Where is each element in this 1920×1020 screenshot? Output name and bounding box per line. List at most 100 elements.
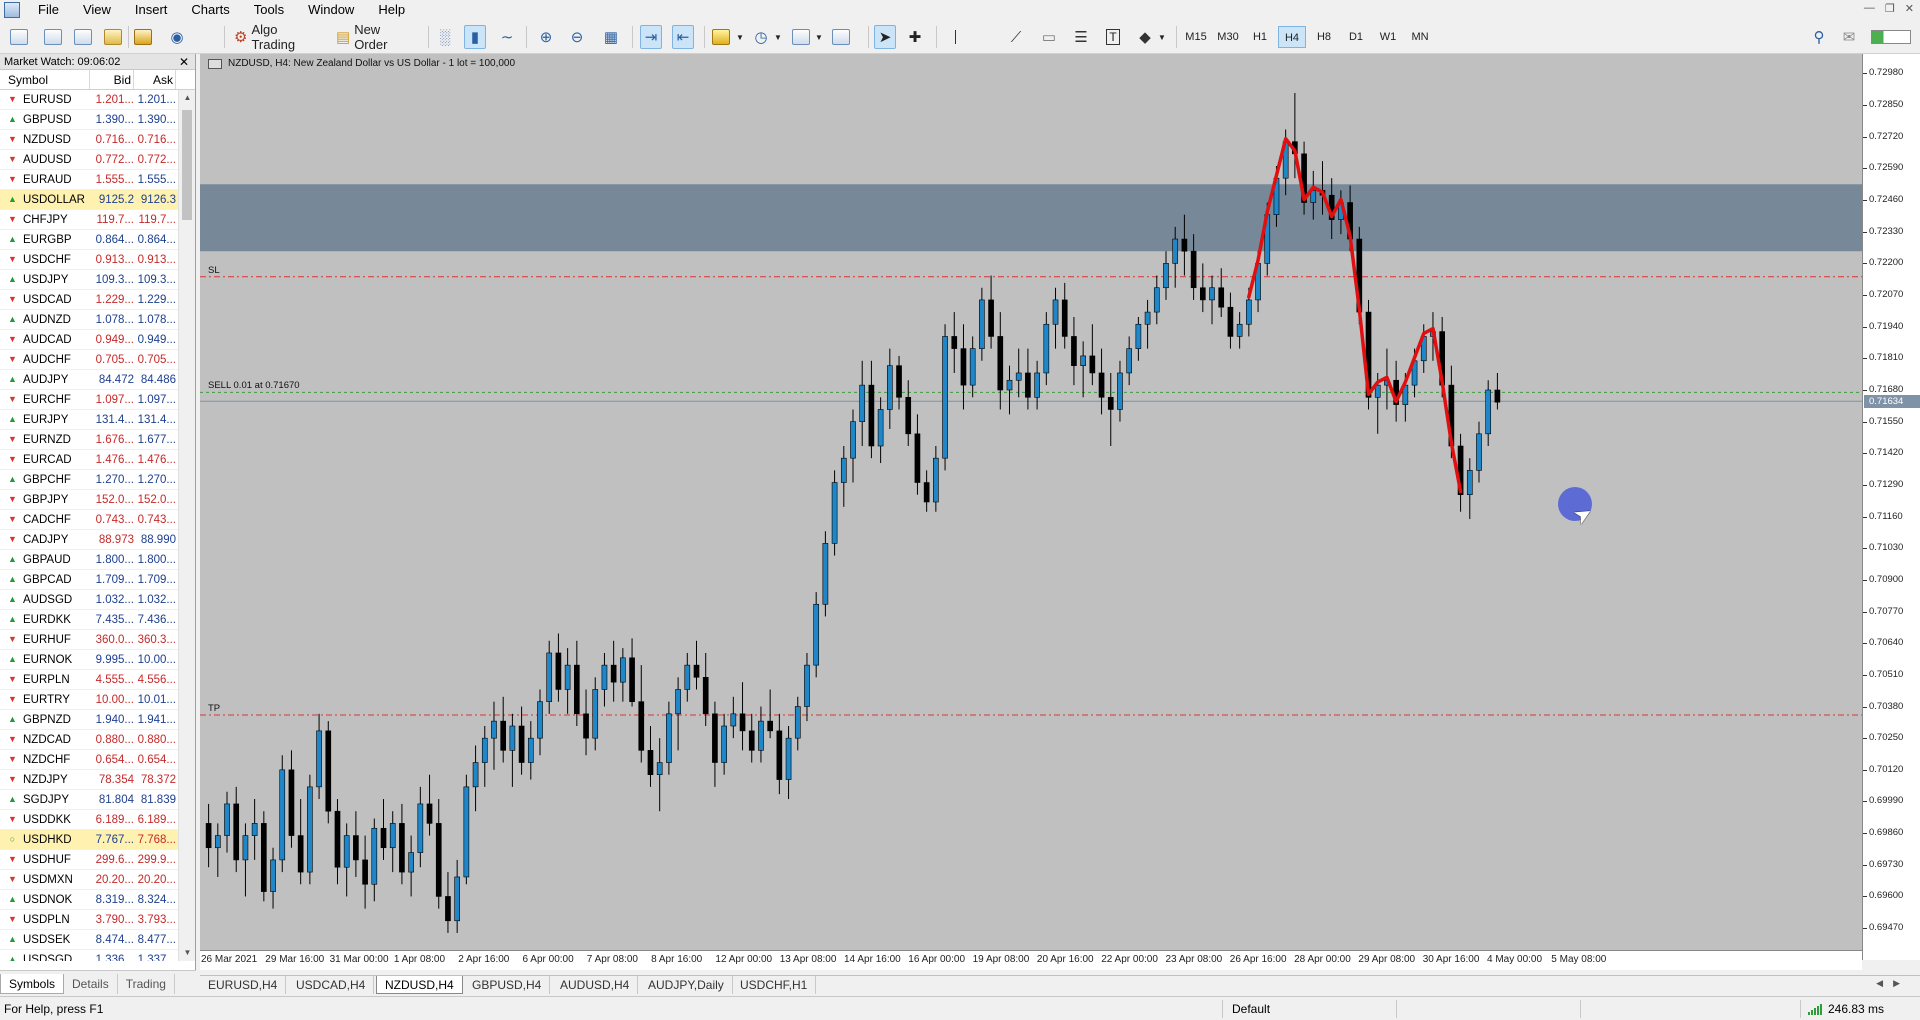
chart-tab-audjpy[interactable]: AUDJPY,Daily (640, 976, 733, 994)
market-watch-row[interactable]: ▲ USDJPY 109.3... 109.3... (0, 270, 178, 290)
profiles-icon[interactable] (42, 25, 64, 49)
price-chart[interactable]: NZDUSD, H4: New Zealand Dollar vs US Dol… (200, 54, 1862, 960)
new-chart-icon[interactable] (8, 25, 30, 49)
timeframe-h8[interactable]: H8 (1310, 26, 1338, 48)
market-watch-row[interactable]: ▼ NZDJPY 78.354 78.372 (0, 770, 178, 790)
time-axis[interactable]: 26 Mar 2021 29 Mar 16:00 31 Mar 00:00 1 Apr… (200, 950, 1862, 970)
scroll-down-icon[interactable]: ▼ (179, 945, 196, 961)
chat-icon[interactable]: ✉ (1838, 25, 1860, 49)
market-watch-row[interactable]: ▼ USDPLN 3.790... 3.793... (0, 910, 178, 930)
fibonacci-icon[interactable]: ☰ (1070, 25, 1092, 49)
strategy-tester-icon[interactable] (830, 25, 852, 49)
market-watch-row[interactable]: ▲ GBPNZD 1.940... 1.941... (0, 710, 178, 730)
line-chart-icon[interactable]: ∼ (496, 25, 518, 49)
market-watch-row[interactable]: ▼ GBPJPY 152.0... 152.0... (0, 490, 178, 510)
menu-help[interactable]: Help (366, 0, 417, 20)
market-watch-row[interactable]: ▲ GBPUSD 1.390... 1.390... (0, 110, 178, 130)
text-icon[interactable]: T (1102, 25, 1124, 49)
auto-scroll-icon[interactable]: ⇥ (640, 25, 662, 49)
market-watch-row[interactable]: ▲ AUDJPY 84.472 84.486 (0, 370, 178, 390)
market-watch-row[interactable]: ▲ EURGBP 0.864... 0.864... (0, 230, 178, 250)
zoom-out-icon[interactable]: ⊖ (566, 25, 588, 49)
menu-file[interactable]: File (26, 0, 71, 20)
market-watch-row[interactable]: ▲ GBPCAD 1.709... 1.709... (0, 570, 178, 590)
restore-icon[interactable]: ❐ (1885, 2, 1895, 15)
price-axis[interactable]: 0.72980 0.72850 0.72720 0.72590 0.72460 0.723… (1862, 54, 1920, 960)
cursor-icon[interactable]: ➤ (874, 25, 896, 49)
market-watch-row[interactable]: ▲ EURDKK 7.435... 7.436... (0, 610, 178, 630)
market-watch-row[interactable]: ▼ EURCHF 1.097... 1.097... (0, 390, 178, 410)
market-watch-row[interactable]: ▼ USDHUF 299.6... 299.9... (0, 850, 178, 870)
market-watch-row[interactable]: ▼ CADCHF 0.743... 0.743... (0, 510, 178, 530)
templates-dropdown-icon[interactable]: ▼ (813, 25, 825, 49)
shapes-icon[interactable]: ◆ (1134, 25, 1156, 49)
bar-chart-icon[interactable]: ░ (434, 25, 456, 49)
timeframe-m30[interactable]: M30 (1214, 26, 1242, 48)
chart-canvas[interactable] (200, 54, 1862, 950)
market-watch-row[interactable]: ▲ USDNOK 8.319... 8.324... (0, 890, 178, 910)
menu-charts[interactable]: Charts (179, 0, 241, 20)
market-watch-row[interactable]: ▲ USDOLLAR 9125.2 9126.3 (0, 190, 178, 210)
tab-symbols[interactable]: Symbols (0, 974, 65, 994)
market-watch-row[interactable]: ▼ EURAUD 1.555... 1.555... (0, 170, 178, 190)
trendline-icon[interactable]: ⟋ (1005, 25, 1027, 49)
market-watch-row[interactable]: ▲ EURJPY 131.4... 131.4... (0, 410, 178, 430)
chart-tab-usdcad[interactable]: USDCAD,H4 (288, 976, 375, 994)
timeframe-mn[interactable]: MN (1406, 26, 1434, 48)
tab-trading[interactable]: Trading (118, 974, 175, 994)
navigator-icon[interactable] (102, 25, 124, 49)
vertical-line-icon[interactable] (944, 25, 966, 49)
zoom-in-icon[interactable]: ⊕ (535, 25, 557, 49)
column-ask[interactable]: Ask (134, 70, 176, 89)
market-watch-row[interactable]: ▼ USDDKK 6.189... 6.189... (0, 810, 178, 830)
market-watch-row[interactable]: ▼ NZDUSD 0.716... 0.716... (0, 130, 178, 150)
menu-window[interactable]: Window (296, 0, 366, 20)
market-watch-scrollbar[interactable]: ▲ ▼ (178, 90, 195, 961)
column-bid[interactable]: Bid (90, 70, 134, 89)
market-watch-row[interactable]: ▼ EURHUF 360.0... 360.3... (0, 630, 178, 650)
tab-details[interactable]: Details (64, 974, 118, 994)
market-watch-row[interactable]: ▼ NZDCHF 0.654... 0.654... (0, 750, 178, 770)
menu-tools[interactable]: Tools (242, 0, 296, 20)
market-watch-row[interactable]: ▲ USDSEK 8.474... 8.477... (0, 930, 178, 950)
indicators-dropdown-icon[interactable]: ▼ (734, 25, 746, 49)
periods-dropdown-icon[interactable]: ▼ (772, 25, 784, 49)
search-icon[interactable]: ⚲ (1808, 25, 1830, 49)
menu-view[interactable]: View (71, 0, 123, 20)
indicators-icon[interactable] (710, 25, 732, 49)
chart-shift-icon[interactable]: ⇤ (672, 25, 694, 49)
chart-tab-nzdusd[interactable]: NZDUSD,H4 (376, 976, 463, 994)
market-watch-row[interactable]: ▲ GBPCHF 1.270... 1.270... (0, 470, 178, 490)
channel-icon[interactable]: ▭ (1038, 25, 1060, 49)
market-watch-row[interactable]: ○ USDHKD 7.767... 7.768... (0, 830, 178, 850)
timeframe-d1[interactable]: D1 (1342, 26, 1370, 48)
timeframe-m15[interactable]: M15 (1182, 26, 1210, 48)
timeframe-w1[interactable]: W1 (1374, 26, 1402, 48)
minimize-icon[interactable]: — (1864, 2, 1875, 15)
algo-trading-button[interactable]: ⚙ Algo Trading (230, 22, 326, 52)
timeframe-h4[interactable]: H4 (1278, 26, 1306, 48)
periods-icon[interactable]: ◷ (750, 25, 772, 49)
scrollbar-thumb[interactable] (182, 110, 192, 220)
market-watch-row[interactable]: ▼ CHFJPY 119.7... 119.7... (0, 210, 178, 230)
tile-windows-icon[interactable]: ▦ (600, 25, 622, 49)
market-watch-row[interactable]: ▼ NZDCAD 0.880... 0.880... (0, 730, 178, 750)
chart-tab-usdchf[interactable]: USDCHF,H1 (732, 976, 817, 994)
menu-insert[interactable]: Insert (123, 0, 180, 20)
market-watch-row[interactable]: ▼ USDMXN 20.20... 20.20... (0, 870, 178, 890)
market-watch-row[interactable]: ▲ EURNOK 9.995... 10.00... (0, 650, 178, 670)
market-watch-row[interactable]: ▼ AUDCHF 0.705... 0.705... (0, 350, 178, 370)
close-icon[interactable]: ✕ (1905, 2, 1914, 15)
templates-icon[interactable] (790, 25, 812, 49)
scroll-up-icon[interactable]: ▲ (179, 90, 196, 106)
market-watch-row[interactable]: ▼ AUDUSD 0.772... 0.772... (0, 150, 178, 170)
market-watch-icon[interactable] (72, 25, 94, 49)
signals-icon[interactable]: ◉ (166, 25, 188, 49)
market-watch-row[interactable]: ▲ AUDSGD 1.032... 1.032... (0, 590, 178, 610)
market-watch-row[interactable]: ▼ USDCAD 1.229... 1.229... (0, 290, 178, 310)
shapes-dropdown-icon[interactable]: ▼ (1156, 25, 1168, 49)
chart-tab-audusd[interactable]: AUDUSD,H4 (552, 976, 639, 994)
market-watch-row[interactable]: ▲ SGDJPY 81.804 81.839 (0, 790, 178, 810)
market-watch-row[interactable]: ▼ EURCAD 1.476... 1.476... (0, 450, 178, 470)
chart-tab-eurusd[interactable]: EURUSD,H4 (200, 976, 287, 994)
